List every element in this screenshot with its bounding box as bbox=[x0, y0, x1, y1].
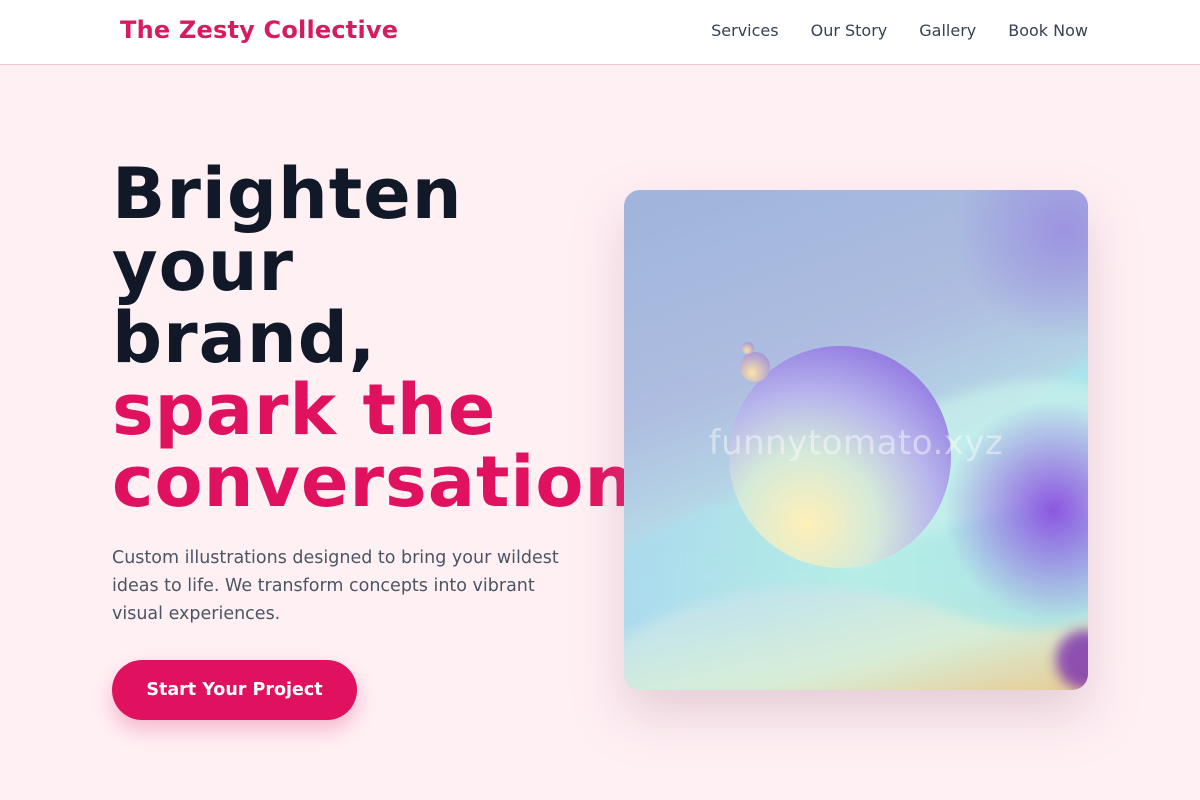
hero-title: Brighten your brand, spark the conversat… bbox=[112, 158, 712, 518]
watermark-text: funnytomato.xyz bbox=[708, 423, 1004, 463]
hero-illustration: funnytomato.xyz bbox=[624, 190, 1088, 690]
tiny-sphere bbox=[742, 342, 754, 354]
start-project-button[interactable]: Start Your Project bbox=[112, 660, 357, 720]
brand-logo[interactable]: The Zesty Collective bbox=[120, 16, 398, 44]
nav-link-services[interactable]: Services bbox=[711, 21, 778, 41]
site-header: The Zesty Collective Services Our Story … bbox=[0, 0, 1200, 65]
hero-description: Custom illustrations designed to bring y… bbox=[112, 548, 559, 624]
nav-link-our-story[interactable]: Our Story bbox=[811, 21, 888, 41]
nav-link-book-now[interactable]: Book Now bbox=[1008, 21, 1088, 41]
top-glow-shape bbox=[954, 190, 1088, 340]
main-nav: Services Our Story Gallery Book Now bbox=[711, 21, 1088, 41]
hero-title-line: Brighten bbox=[112, 153, 463, 235]
nav-link-gallery[interactable]: Gallery bbox=[919, 21, 976, 41]
hero-title-line: brand, bbox=[112, 297, 377, 379]
small-sphere bbox=[740, 352, 770, 382]
hero-title-accent-line: conversation. bbox=[112, 441, 663, 523]
hero-title-line: your bbox=[112, 225, 295, 307]
hero-title-accent-line: spark the bbox=[112, 369, 497, 451]
